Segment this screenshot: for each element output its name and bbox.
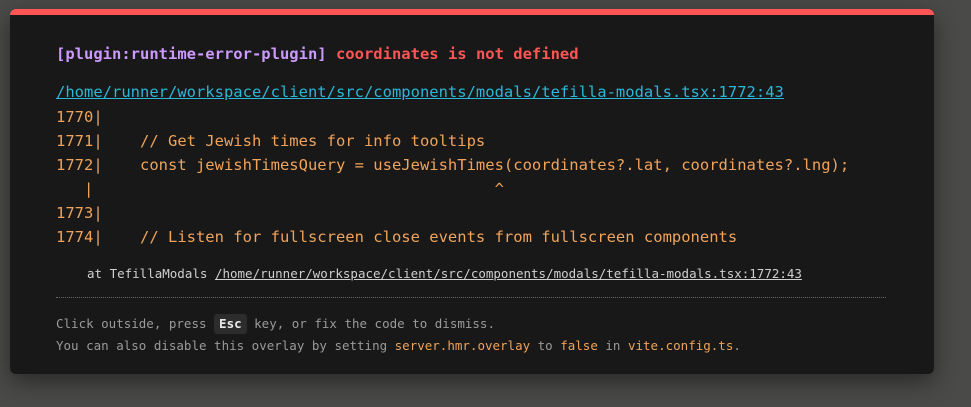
code-line: 1772| const jewishTimesQuery = useJewish… — [56, 156, 850, 174]
tip-text: . — [733, 338, 741, 353]
tip-text: in — [597, 338, 628, 353]
plugin-label: [plugin:runtime-error-plugin] — [56, 45, 327, 63]
config-setting: server.hmr.overlay — [394, 338, 531, 353]
code-line: 1771| // Get Jewish times for info toolt… — [56, 132, 486, 150]
code-caret-line: | ^ — [56, 180, 504, 198]
esc-key-badge: Esc — [214, 314, 247, 334]
tip-text: You can also disable this overlay by set… — [56, 338, 395, 353]
code-line: 1770| — [56, 108, 103, 126]
error-file-link[interactable]: /home/runner/workspace/client/src/compon… — [56, 81, 784, 103]
divider — [56, 297, 886, 298]
error-overlay: [plugin:runtime-error-plugin] coordinate… — [10, 9, 934, 374]
config-file: vite.config.ts — [627, 338, 734, 353]
code-frame: 1770| 1771| // Get Jewish times for info … — [56, 105, 849, 249]
code-line: 1774| // Listen for fullscreen close eve… — [56, 228, 738, 246]
code-line: 1773| — [56, 204, 103, 222]
tip-text: key, or fix the code to dismiss. — [246, 316, 495, 331]
dismiss-tip: Click outside, press Esc key, or fix the… — [56, 314, 495, 334]
stack-trace: at TefillaModals /home/runner/workspace/… — [87, 265, 802, 283]
tip-text: to — [530, 338, 561, 353]
error-message: coordinates is not defined — [335, 45, 579, 63]
stack-prefix: at TefillaModals — [87, 266, 208, 281]
disable-overlay-tip: You can also disable this overlay by set… — [56, 337, 741, 355]
stack-path-link[interactable]: /home/runner/workspace/client/src/compon… — [215, 266, 802, 281]
tip-text: Click outside, press — [56, 316, 215, 331]
error-message-line: [plugin:runtime-error-plugin] coordinate… — [56, 43, 579, 65]
config-value: false — [560, 338, 598, 353]
